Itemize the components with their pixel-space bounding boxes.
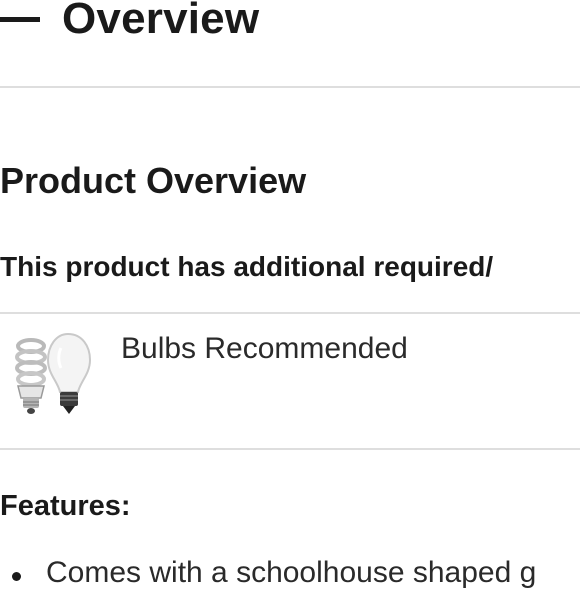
overview-title: Overview bbox=[62, 0, 260, 43]
feature-text: Comes with a schoolhouse shaped g bbox=[46, 556, 537, 589]
bulbs-recommended-label: Bulbs Recommended bbox=[121, 332, 408, 365]
bulbs-recommended-row: Bulbs Recommended bbox=[0, 314, 580, 448]
divider bbox=[0, 86, 580, 88]
overview-accordion-header[interactable]: Overview bbox=[0, 0, 580, 86]
features-heading: Features: bbox=[0, 490, 131, 522]
divider bbox=[0, 448, 580, 450]
product-overview-heading: Product Overview bbox=[0, 160, 307, 201]
minus-icon[interactable] bbox=[0, 17, 40, 22]
features-list: Comes with a schoolhouse shaped g bbox=[0, 556, 536, 590]
additional-requirements-notice: This product has additional required/ bbox=[0, 251, 494, 282]
light-bulbs-icon bbox=[15, 332, 92, 414]
feature-item: Comes with a schoolhouse shaped g bbox=[0, 556, 536, 590]
